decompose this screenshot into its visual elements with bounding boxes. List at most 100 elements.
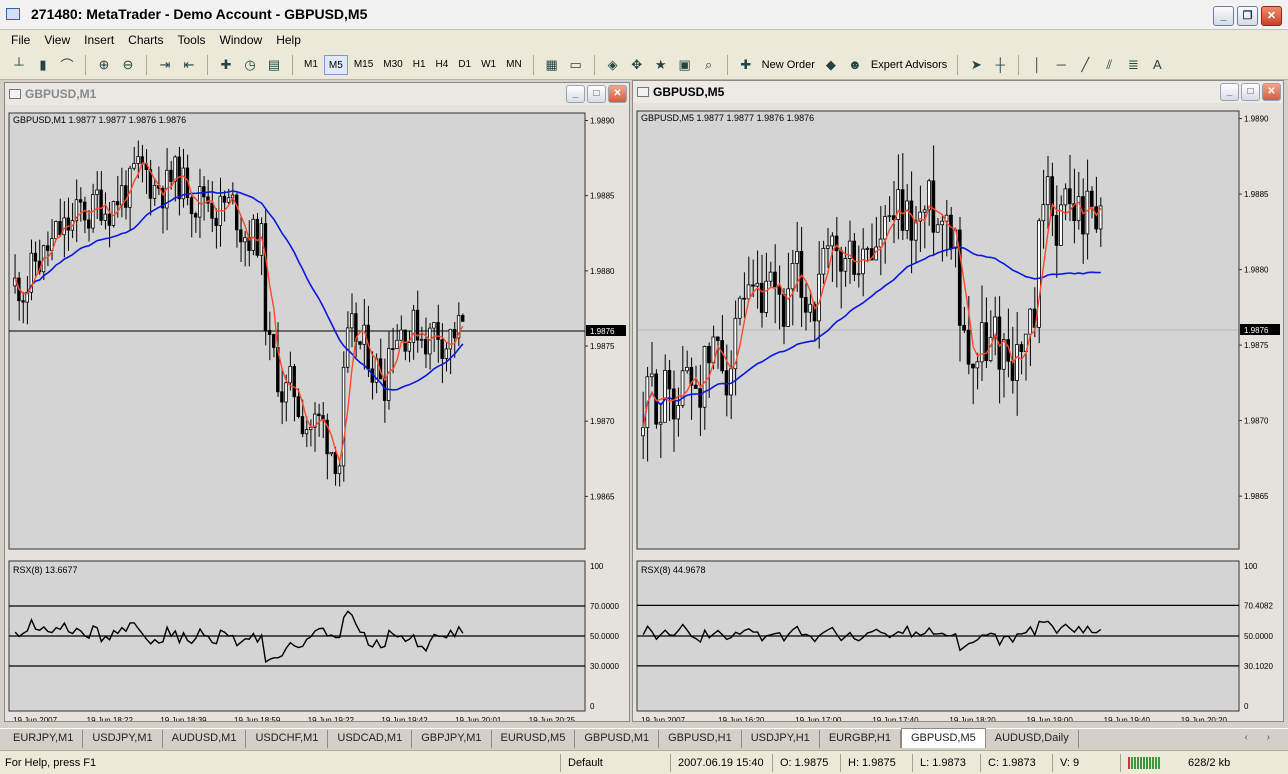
indicator-level-label: 70.0000 xyxy=(590,602,619,611)
cursor-icon[interactable]: ➤ xyxy=(965,54,987,76)
chart-tab[interactable]: GBPJPY,M1 xyxy=(412,730,492,748)
chart-tab[interactable]: USDCHF,M1 xyxy=(246,730,329,748)
candle-body xyxy=(1067,188,1072,205)
candle-body xyxy=(1028,308,1033,335)
expert-toggle-icon[interactable]: ◆ xyxy=(820,54,842,76)
candle-body xyxy=(448,328,453,350)
candle-body xyxy=(975,361,980,369)
close-button[interactable]: ✕ xyxy=(1262,83,1281,101)
vertical-line-icon[interactable]: │ xyxy=(1026,54,1048,76)
strategy-tester-icon[interactable]: ⌕ xyxy=(698,54,720,76)
candlestick-icon[interactable]: ▮ xyxy=(32,54,54,76)
maximize-button[interactable]: □ xyxy=(1241,83,1260,101)
profiles-icon[interactable]: ▭ xyxy=(565,54,587,76)
period-m1[interactable]: M1 xyxy=(300,55,322,75)
chart-window-gbpusd-m5[interactable]: GBPUSD,M5 _ □ ✕ GBPUSD,M5 1.9877 1.9877 … xyxy=(632,80,1284,722)
period-mn[interactable]: MN xyxy=(502,55,526,75)
indicators-icon[interactable]: ✚ xyxy=(215,54,237,76)
candle-body xyxy=(768,271,773,282)
indicator-level-label: 0 xyxy=(590,702,595,711)
status-open: O: 1.9875 xyxy=(780,757,829,769)
zoom-in-icon[interactable]: ⊕ xyxy=(93,54,115,76)
tab-scroll-arrows-icon[interactable]: ‹ › xyxy=(1245,732,1278,743)
chart-shift-icon[interactable]: ⇤ xyxy=(178,54,200,76)
trendline-icon[interactable]: ╱ xyxy=(1074,54,1096,76)
zoom-out-icon[interactable]: ⊖ xyxy=(117,54,139,76)
menu-view[interactable]: View xyxy=(37,33,77,47)
new-order-icon[interactable]: ✚ xyxy=(735,54,757,76)
candle-body xyxy=(852,240,856,275)
menu-tools[interactable]: Tools xyxy=(171,33,213,47)
minimize-button[interactable]: _ xyxy=(566,85,585,103)
new-chart-icon[interactable]: ▦ xyxy=(541,54,563,76)
close-button[interactable]: ✕ xyxy=(1261,6,1282,26)
navigator-icon[interactable]: ★ xyxy=(650,54,672,76)
chart-tab[interactable]: AUDUSD,Daily xyxy=(986,730,1079,748)
chart-tab[interactable]: AUDUSD,M1 xyxy=(163,730,247,748)
candle-body xyxy=(676,405,681,420)
chart-tab[interactable]: GBPUSD,M5 xyxy=(900,728,986,748)
new-order-button[interactable]: New Order xyxy=(759,59,818,71)
candle-body xyxy=(649,373,654,378)
chart-window-titlebar[interactable]: GBPUSD,M5 _ □ ✕ xyxy=(633,81,1283,103)
menu-insert[interactable]: Insert xyxy=(77,33,121,47)
candle-body xyxy=(1076,196,1081,222)
horizontal-line-icon[interactable]: ─ xyxy=(1050,54,1072,76)
candle-body xyxy=(979,322,984,363)
period-h4[interactable]: H4 xyxy=(432,55,453,75)
time-label: 19 Jun 19:22 xyxy=(308,716,355,721)
chart-tab[interactable]: USDCAD,M1 xyxy=(328,730,413,748)
chart-tab[interactable]: EURGBP,H1 xyxy=(820,730,901,748)
crosshair-icon[interactable]: ┼ xyxy=(989,54,1011,76)
templates-icon[interactable]: ▤ xyxy=(263,54,285,76)
chart-window-gbpusd-m1[interactable]: GBPUSD,M1 _ □ ✕ GBPUSD,M1 1.9877 1.9877 … xyxy=(4,82,630,722)
candle-body xyxy=(304,429,309,435)
menu-help[interactable]: Help xyxy=(269,33,308,47)
period-m15[interactable]: M15 xyxy=(350,55,377,75)
market-watch-icon[interactable]: ◈ xyxy=(602,54,624,76)
chart-window-titlebar[interactable]: GBPUSD,M1 _ □ ✕ xyxy=(5,83,629,105)
candle-body xyxy=(1094,206,1099,230)
candle-body xyxy=(839,250,843,272)
chart-tab[interactable]: GBPUSD,M1 xyxy=(575,730,660,748)
text-tool-icon[interactable]: A xyxy=(1146,54,1168,76)
period-m5[interactable]: M5 xyxy=(323,54,348,75)
menu-file[interactable]: File xyxy=(4,33,37,47)
candle-body xyxy=(971,363,975,369)
chart-tab[interactable]: GBPUSD,H1 xyxy=(659,730,742,748)
menu-charts[interactable]: Charts xyxy=(121,33,170,47)
bar-chart-icon[interactable]: ┴ xyxy=(8,54,30,76)
period-m30[interactable]: M30 xyxy=(379,55,406,75)
candle-body xyxy=(124,185,128,208)
candle-body xyxy=(1019,344,1024,353)
restore-button[interactable]: ❐ xyxy=(1237,6,1258,26)
auto-scroll-icon[interactable]: ⇥ xyxy=(154,54,176,76)
price-chart-m5[interactable]: GBPUSD,M5 1.9877 1.9877 1.9876 1.9876 1.9… xyxy=(633,103,1283,721)
candle-body xyxy=(931,180,936,233)
periods-clock-icon[interactable]: ◷ xyxy=(239,54,261,76)
candle-body xyxy=(169,169,173,182)
chart-tab[interactable]: USDJPY,H1 xyxy=(742,730,820,748)
chart-tab[interactable]: EURUSD,M5 xyxy=(492,730,576,748)
indicator-level-label: 100 xyxy=(590,562,604,571)
data-window-icon[interactable]: ✥ xyxy=(626,54,648,76)
candle-body xyxy=(234,194,239,231)
candle-body xyxy=(350,313,354,329)
period-d1[interactable]: D1 xyxy=(454,55,475,75)
expert-advisors-icon[interactable]: ☻ xyxy=(844,54,866,76)
fibonacci-icon[interactable]: ≣ xyxy=(1122,54,1144,76)
close-button[interactable]: ✕ xyxy=(608,85,627,103)
channel-icon[interactable]: ⫽ xyxy=(1098,54,1120,76)
minimize-button[interactable]: _ xyxy=(1220,83,1239,101)
price-chart-m1[interactable]: GBPUSD,M1 1.9877 1.9877 1.9876 1.9876 1.9… xyxy=(5,105,629,721)
period-h1[interactable]: H1 xyxy=(409,55,430,75)
expert-advisors-button[interactable]: Expert Advisors xyxy=(868,59,950,71)
line-chart-icon[interactable]: ⌒ xyxy=(56,54,78,76)
maximize-button[interactable]: □ xyxy=(587,85,606,103)
chart-tab[interactable]: EURJPY,M1 xyxy=(4,730,84,748)
period-w1[interactable]: W1 xyxy=(477,55,500,75)
terminal-icon[interactable]: ▣ xyxy=(674,54,696,76)
menu-window[interactable]: Window xyxy=(213,33,270,47)
minimize-button[interactable]: _ xyxy=(1213,6,1234,26)
chart-tab[interactable]: USDJPY,M1 xyxy=(83,730,163,748)
